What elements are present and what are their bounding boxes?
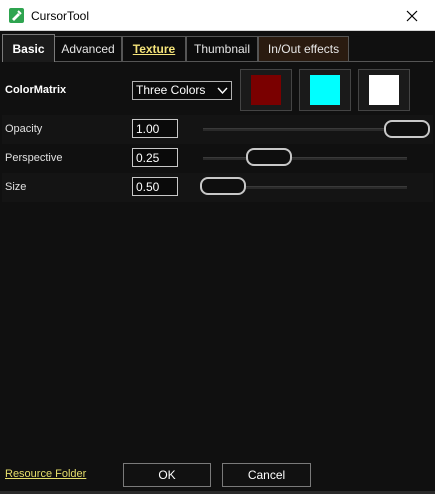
color-1-button[interactable]	[240, 69, 292, 111]
color-2-button[interactable]	[299, 69, 351, 111]
color-matrix-select[interactable]: Three Colors	[132, 81, 232, 100]
color-matrix-selected-value: Three Colors	[136, 83, 206, 97]
perspective-label: Perspective	[5, 152, 63, 164]
cursortool-app-icon	[9, 8, 24, 23]
opacity-slider-thumb[interactable]	[384, 120, 430, 138]
perspective-input[interactable]	[132, 148, 178, 167]
resource-folder-link[interactable]: Resource Folder	[5, 468, 86, 480]
color-1-swatch	[251, 75, 281, 105]
tab-basic[interactable]: Basic	[2, 34, 55, 62]
color-3-button[interactable]	[358, 69, 410, 111]
chevron-down-icon	[217, 87, 228, 95]
close-icon	[406, 10, 418, 21]
color-matrix-label: ColorMatrix	[5, 84, 67, 96]
color-3-swatch	[369, 75, 399, 105]
tab-in-out-effects[interactable]: In/Out effects	[258, 36, 349, 61]
close-button[interactable]	[389, 0, 435, 31]
tab-bar: Basic Advanced Texture Thumbnail In/Out …	[0, 31, 435, 62]
opacity-label: Opacity	[5, 123, 43, 135]
perspective-slider-thumb[interactable]	[246, 148, 292, 166]
size-input[interactable]	[132, 177, 178, 196]
perspective-slider-track[interactable]	[203, 157, 407, 160]
color-2-swatch	[310, 75, 340, 105]
tab-texture[interactable]: Texture	[122, 36, 186, 61]
size-slider-thumb[interactable]	[200, 177, 246, 195]
title-bar: CursorTool	[0, 0, 435, 31]
cancel-button[interactable]: Cancel	[222, 463, 311, 487]
opacity-input[interactable]	[132, 119, 178, 138]
tab-thumbnail[interactable]: Thumbnail	[186, 36, 258, 61]
ok-button[interactable]: OK	[123, 463, 211, 487]
tab-advanced[interactable]: Advanced	[54, 36, 122, 61]
opacity-slider-track[interactable]	[203, 128, 405, 131]
size-label: Size	[5, 181, 27, 193]
window-title: CursorTool	[31, 9, 90, 23]
